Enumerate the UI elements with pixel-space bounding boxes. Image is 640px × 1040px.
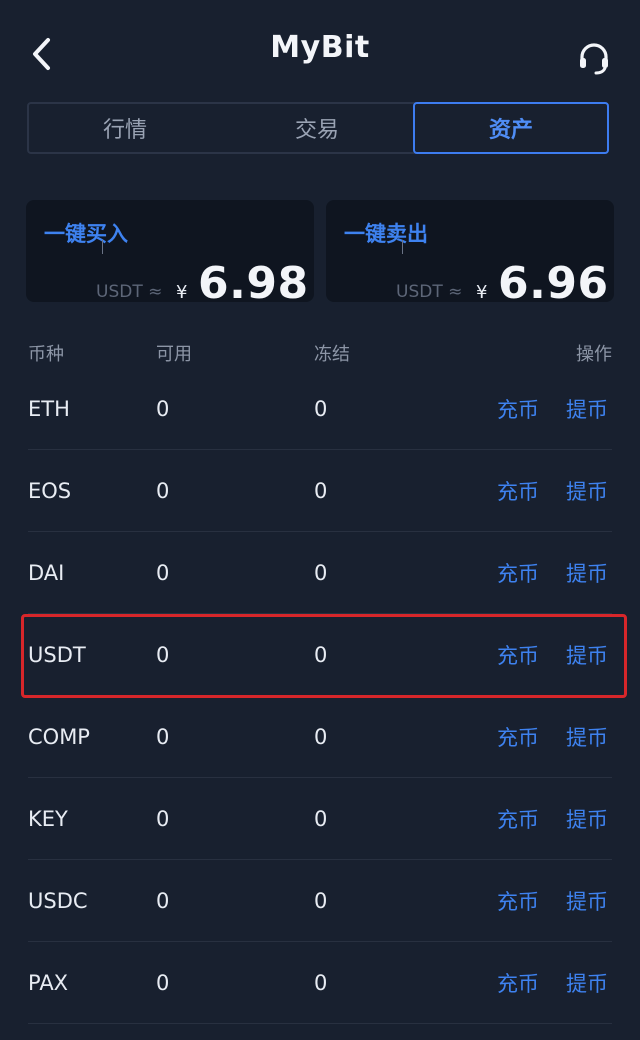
withdraw-button[interactable]: 提币	[566, 804, 608, 834]
frozen-amount: 0	[314, 561, 328, 585]
coin-name: PAX	[28, 971, 69, 995]
withdraw-button[interactable]: 提币	[566, 558, 608, 588]
coin-name: KEY	[28, 807, 68, 831]
withdraw-button[interactable]: 提币	[566, 476, 608, 506]
coin-name: COMP	[28, 725, 90, 749]
available-amount: 0	[156, 971, 170, 995]
table-row: PAX 0 0 充币 提币	[0, 942, 640, 1024]
quick-sell-currency: ¥	[476, 282, 488, 303]
table-row: ETH 0 0 充币 提币	[0, 368, 640, 450]
card-divider	[102, 240, 103, 254]
quick-buy-unit: USDT ≈	[96, 282, 163, 302]
deposit-button[interactable]: 充币	[497, 968, 539, 998]
frozen-amount: 0	[314, 725, 328, 749]
card-divider	[402, 240, 403, 254]
page-title: MyBit	[270, 30, 370, 65]
quick-sell-unit: USDT ≈	[396, 282, 463, 302]
quick-buy-card[interactable]: 一键买入 USDT ≈ ¥ 6.98	[26, 200, 314, 309]
quick-sell-title: 一键卖出	[344, 222, 428, 246]
deposit-button[interactable]: 充币	[497, 640, 539, 670]
tab-market[interactable]: 行情	[29, 104, 221, 152]
table-row-usdt: USDT 0 0 充币 提币	[0, 614, 640, 696]
coin-name: ETH	[28, 397, 70, 421]
withdraw-button[interactable]: 提币	[566, 886, 608, 916]
quick-buy-title: 一键买入	[44, 222, 128, 246]
table-row: EOS 0 0 充币 提币	[0, 450, 640, 532]
deposit-button[interactable]: 充币	[497, 558, 539, 588]
table-row: COMP 0 0 充币 提币	[0, 696, 640, 778]
tab-assets[interactable]: 资产	[413, 102, 609, 154]
frozen-amount: 0	[314, 479, 328, 503]
available-amount: 0	[156, 889, 170, 913]
frozen-amount: 0	[314, 971, 328, 995]
available-amount: 0	[156, 479, 170, 503]
deposit-button[interactable]: 充币	[497, 476, 539, 506]
frozen-amount: 0	[314, 397, 328, 421]
coin-name: USDT	[28, 643, 86, 667]
tab-bar: 行情 交易 资产	[27, 102, 609, 154]
header-available: 可用	[156, 344, 192, 365]
available-amount: 0	[156, 561, 170, 585]
frozen-amount: 0	[314, 643, 328, 667]
quick-sell-price: 6.96	[498, 258, 609, 309]
table-row: KEY 0 0 充币 提币	[0, 778, 640, 860]
header-coin: 币种	[28, 344, 64, 365]
table-row: USDC 0 0 充币 提币	[0, 860, 640, 942]
quick-sell-card[interactable]: 一键卖出 USDT ≈ ¥ 6.96	[326, 200, 614, 309]
support-button[interactable]	[574, 38, 614, 78]
withdraw-button[interactable]: 提币	[566, 722, 608, 752]
deposit-button[interactable]: 充币	[497, 886, 539, 916]
available-amount: 0	[156, 643, 170, 667]
coin-name: EOS	[28, 479, 72, 503]
tab-trade[interactable]: 交易	[221, 104, 413, 152]
withdraw-button[interactable]: 提币	[566, 640, 608, 670]
withdraw-button[interactable]: 提币	[566, 394, 608, 424]
quick-buy-price: 6.98	[198, 258, 309, 309]
header-frozen: 冻结	[314, 344, 350, 365]
table-row: DAI 0 0 充币 提币	[0, 532, 640, 614]
headset-icon	[580, 43, 608, 75]
withdraw-button[interactable]: 提币	[566, 968, 608, 998]
row-divider	[28, 1023, 612, 1024]
available-amount: 0	[156, 397, 170, 421]
available-amount: 0	[156, 807, 170, 831]
asset-page: MyBit 行情 交易 资产 一键买入 USDT ≈ ¥ 6.98 一键卖出 U…	[0, 0, 640, 1040]
quick-buy-currency: ¥	[176, 282, 188, 303]
table-header: 币种 可用 冻结 操作	[0, 340, 640, 370]
coin-name: DAI	[28, 561, 65, 585]
header-actions: 操作	[576, 344, 612, 365]
frozen-amount: 0	[314, 889, 328, 913]
frozen-amount: 0	[314, 807, 328, 831]
header: MyBit	[0, 0, 640, 100]
deposit-button[interactable]: 充币	[497, 804, 539, 834]
coin-name: USDC	[28, 889, 88, 913]
deposit-button[interactable]: 充币	[497, 394, 539, 424]
available-amount: 0	[156, 725, 170, 749]
deposit-button[interactable]: 充币	[497, 722, 539, 752]
